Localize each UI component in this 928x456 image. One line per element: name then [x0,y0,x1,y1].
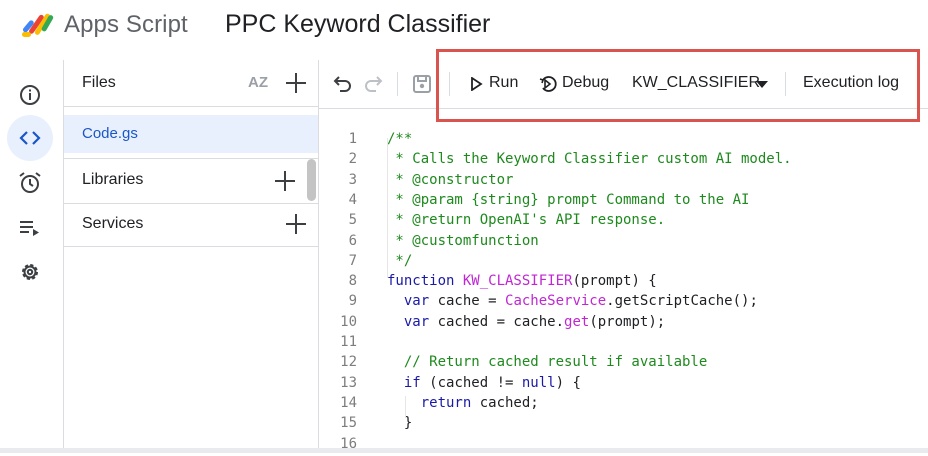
add-file-icon[interactable] [285,72,307,94]
code-token: var [387,293,438,310]
files-panel: Files AZ Code.gs Libraries Services [64,60,319,453]
code-token: * Calls the Keyword Classifier custom AI… [387,151,792,168]
code-text: var cached = cache.get(prompt); [387,314,665,330]
code-token: KW_CLASSIFIER [462,273,573,290]
editor-icon[interactable] [7,115,53,161]
code-text: * @constructor [387,172,513,188]
files-title: Files [82,74,116,91]
libraries-label: Libraries [82,171,144,188]
code-token: // Return cached result if available [387,354,708,371]
services-row: Services [64,203,318,247]
line-number: 6 [348,232,357,249]
line-number: 9 [348,293,357,310]
code-token: cached; [479,394,539,411]
apps-script-logo[interactable] [20,8,56,40]
code-token: (prompt) { [572,273,657,290]
settings-gear-icon[interactable] [7,249,53,295]
annotation-highlight-box [436,49,920,122]
line-number: 1 [348,131,357,147]
code-text: * @return OpenAI's API response. [387,212,665,228]
line-number: 4 [348,191,357,208]
add-service-icon[interactable] [285,213,307,235]
add-library-icon[interactable] [274,170,296,192]
code-token: cache = [437,293,506,310]
code-text: * @customfunction [387,232,539,249]
overview-icon[interactable] [7,72,53,118]
code-token: ) { [555,374,581,391]
sort-az-icon[interactable]: AZ [248,74,268,91]
code-text: function KW_CLASSIFIER(prompt) { [387,273,657,289]
line-number: 5 [348,212,357,229]
line-number: 3 [348,171,357,188]
code-token: */ [387,252,413,269]
files-header: Files AZ [64,60,318,107]
code-token: null [521,374,556,391]
code-token: if [387,374,430,391]
code-token: return [387,394,480,411]
line-number: 2 [348,151,357,168]
code-text: return cached; [387,395,539,411]
save-icon[interactable] [411,73,433,100]
triggers-alarm-icon[interactable] [7,160,53,206]
code-token: * @constructor [387,171,514,188]
project-title[interactable]: PPC Keyword Classifier [225,10,490,39]
line-number: 14 [340,394,357,411]
code-token: * @param {string} prompt Command to the … [387,191,750,208]
code-token: get [564,313,590,330]
code-token: * @customfunction [387,232,539,249]
code-text: /** [387,131,412,147]
file-name: Code.gs [82,125,138,142]
code-text: // Return cached result if available [387,354,707,370]
undo-icon[interactable] [331,73,353,100]
code-text: var cache = CacheService.getScriptCache(… [387,293,758,309]
code-text: } [387,415,412,431]
executions-icon[interactable] [7,205,53,251]
code-token: .getScriptCache(); [606,293,758,310]
left-nav-rail [0,60,64,453]
indent-guide [387,138,388,278]
code-token: (cached != [429,374,522,391]
file-item-code-gs[interactable]: Code.gs [64,115,318,153]
code-token: } [387,415,413,432]
code-text: * Calls the Keyword Classifier custom AI… [387,151,792,168]
code-token: /** [387,131,413,147]
line-number: 10 [340,313,357,330]
line-number: 12 [340,354,357,371]
code-token: var [387,313,438,330]
line-number: 8 [348,273,357,290]
indent-guide [405,396,406,418]
services-label: Services [82,215,144,232]
code-token: function [387,273,463,290]
bottom-edge [0,448,928,453]
line-number: 11 [340,334,357,350]
line-number: 15 [340,415,357,432]
files-scrollbar[interactable] [307,159,316,201]
code-text: if (cached != null) { [387,375,581,391]
line-number: 7 [348,252,357,269]
redo-icon[interactable] [363,73,385,100]
code-text: */ [387,253,412,269]
libraries-row: Libraries [64,158,318,204]
app-name: Apps Script [64,11,188,38]
line-number: 13 [340,374,357,391]
code-text: * @param {string} prompt Command to the … [387,192,749,208]
toolbar-divider [397,72,398,96]
code-token: CacheService [505,293,607,310]
code-token: cached = cache. [437,313,565,330]
code-token: * @return OpenAI's API response. [387,212,666,229]
code-token: (prompt); [589,313,666,330]
